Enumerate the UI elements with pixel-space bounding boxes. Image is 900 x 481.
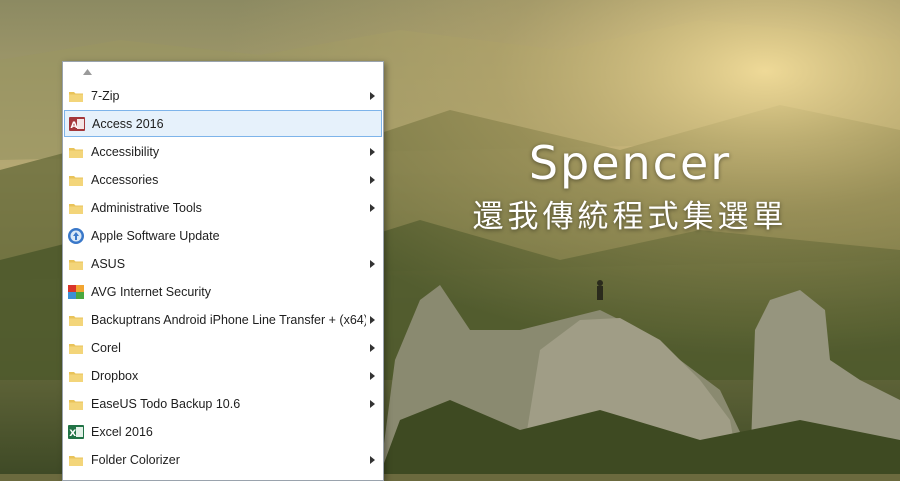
submenu-arrow-icon <box>369 147 375 156</box>
folder-icon <box>69 91 83 102</box>
menu-item-label: Backuptrans Android iPhone Line Transfer… <box>91 312 366 327</box>
menu-item-label: EaseUS Todo Backup 10.6 <box>91 396 241 411</box>
svg-text:X: X <box>69 429 76 439</box>
folder-icon <box>69 455 83 466</box>
folder-icon <box>69 259 83 270</box>
submenu-arrow-icon <box>369 455 375 464</box>
menu-item-label: Administrative Tools <box>91 200 202 215</box>
folder-icon <box>69 203 83 214</box>
menu-item-backuptrans[interactable]: Backuptrans Android iPhone Line Transfer… <box>64 306 382 333</box>
menu-item-label: Accessibility <box>91 144 160 159</box>
menu-item-avg-internet-security[interactable]: AVG Internet Security <box>64 278 382 305</box>
menu-item-access-2016[interactable]: A Access 2016 <box>64 110 382 137</box>
menu-item-corel[interactable]: Corel <box>64 334 382 361</box>
menu-item-excel-2016[interactable]: X Excel 2016 <box>64 418 382 445</box>
submenu-arrow-icon <box>369 315 375 324</box>
menu-item-asus[interactable]: ASUS <box>64 250 382 277</box>
menu-item-easeus-todo-backup[interactable]: EaseUS Todo Backup 10.6 <box>64 390 382 417</box>
menu-item-label: Accessories <box>91 172 159 187</box>
brand-title: Spencer <box>528 136 732 190</box>
menu-item-accessibility[interactable]: Accessibility <box>64 138 382 165</box>
folder-icon <box>69 147 83 158</box>
brand-subtitle: 還我傳統程式集選單 <box>472 199 788 235</box>
programs-menu: 7-Zip A Access 2016 Accessibility Access… <box>62 61 384 481</box>
access-icon: A <box>69 116 85 131</box>
submenu-arrow-icon <box>369 203 375 212</box>
submenu-arrow-icon <box>369 343 375 352</box>
menu-item-dropbox[interactable]: Dropbox <box>64 362 382 389</box>
brand-overlay: Spencer 還我傳統程式集選單 <box>470 140 790 233</box>
submenu-arrow-icon <box>369 371 375 380</box>
menu-item-accessories[interactable]: Accessories <box>64 166 382 193</box>
menu-item-label: Corel <box>91 340 121 355</box>
folder-icon <box>69 315 83 326</box>
submenu-arrow-icon <box>369 91 375 100</box>
menu-item-label: Dropbox <box>91 368 139 383</box>
svg-text:A: A <box>71 121 78 131</box>
menu-item-label: Access 2016 <box>92 116 164 131</box>
avg-icon <box>68 284 84 299</box>
scroll-up-button[interactable] <box>63 62 383 82</box>
menu-item-label: AVG Internet Security <box>91 284 211 299</box>
submenu-arrow-icon <box>369 399 375 408</box>
folder-icon <box>69 175 83 186</box>
folder-icon <box>69 399 83 410</box>
folder-icon <box>69 343 83 354</box>
menu-item-apple-software-update[interactable]: Apple Software Update <box>64 222 382 249</box>
menu-item-7zip[interactable]: 7-Zip <box>64 82 382 109</box>
excel-icon: X <box>68 424 84 439</box>
menu-item-label: ASUS <box>91 256 126 271</box>
menu-item-administrative-tools[interactable]: Administrative Tools <box>64 194 382 221</box>
apple-update-icon <box>68 227 84 244</box>
menu-item-label: Apple Software Update <box>91 228 220 243</box>
menu-item-label: 7-Zip <box>91 88 120 103</box>
scroll-up-arrow-icon <box>83 69 92 75</box>
submenu-arrow-icon <box>369 175 375 184</box>
submenu-arrow-icon <box>369 259 375 268</box>
menu-item-folder-colorizer[interactable]: Folder Colorizer <box>64 446 382 473</box>
menu-item-label: Excel 2016 <box>91 424 153 439</box>
folder-icon <box>69 371 83 382</box>
menu-item-label: Folder Colorizer <box>91 452 180 467</box>
